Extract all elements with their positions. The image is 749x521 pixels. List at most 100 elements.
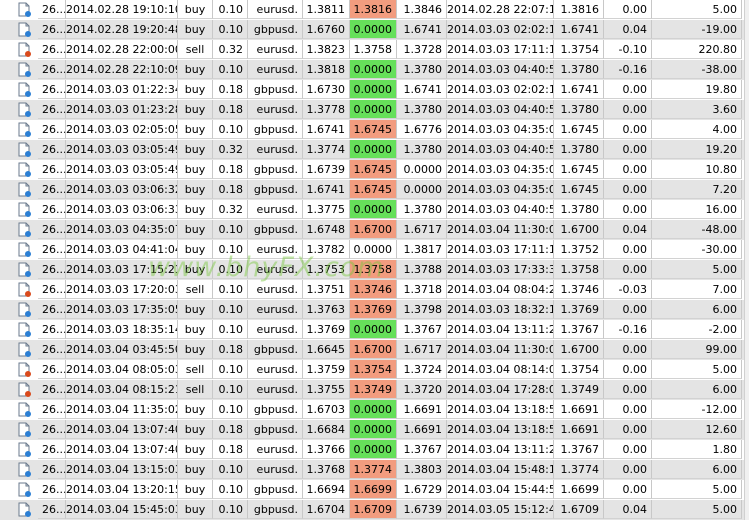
table-row[interactable]: 26... 2014.03.04 03:45:50 buy 0.18 gbpusd. 1.… [0,340,749,360]
cell-type: buy [178,80,213,99]
cell-close-price: 1.3780 [554,100,604,119]
cell-close-time: 2014.03.03 04:35:00 [447,160,554,179]
table-row[interactable]: 26... 2014.02.28 22:00:00 sell 0.32 eurusd. 1… [0,40,749,60]
cell-close-time: 2014.03.04 15:48:11 [447,460,554,479]
cell-close-price: 1.6691 [554,420,604,439]
table-row[interactable]: 26... 2014.03.03 17:15:23 buy 0.10 eurusd. 1.… [0,260,749,280]
cell-commission: 0.00 [604,420,652,439]
cell-ticket: 26... [38,380,66,399]
cell-profit: 16.00 [652,200,742,219]
cell-symbol: eurusd. [248,140,303,159]
cell-size: 0.18 [213,420,248,439]
cell-open-price: 1.3775 [303,200,350,219]
table-row[interactable]: 26... 2014.02.28 22:10:09 buy 0.10 eurusd. 1.… [0,60,749,80]
cell-profit: 10.80 [652,160,742,179]
cell-size: 0.32 [213,40,248,59]
cell-close-time: 2014.03.04 15:44:53 [447,480,554,499]
table-row[interactable]: 26... 2014.03.04 13:07:40 buy 0.18 eurusd. 1.… [0,440,749,460]
cell-symbol: gbpusd. [248,20,303,39]
cell-type: buy [178,320,213,339]
cell-close-time: 2014.03.03 17:33:36 [447,260,554,279]
cell-type: buy [178,120,213,139]
cell-profit: 5.00 [652,360,742,379]
cell-profit: 12.60 [652,420,742,439]
table-row[interactable]: 26... 2014.03.04 15:45:03 buy 0.10 gbpusd. 1.… [0,500,749,520]
table-row[interactable]: 26... 2014.03.03 04:41:04 buy 0.10 eurusd. 1.… [0,240,749,260]
cell-profit: 19.80 [652,80,742,99]
cell-sl: 1.6745 [350,160,397,179]
cell-tp: 1.3780 [397,140,447,159]
cell-sl: 1.6700 [350,220,397,239]
table-row[interactable]: 26... 2014.02.28 19:10:10 buy 0.10 eurusd. 1.… [0,0,749,20]
cell-close-time: 2014.03.04 13:11:27 [447,320,554,339]
cell-commission: -0.03 [604,280,652,299]
cell-sl: 1.3816 [350,0,397,19]
table-row[interactable]: 26... 2014.03.04 13:20:15 buy 0.10 gbpusd. 1.… [0,480,749,500]
cell-close-price: 1.6745 [554,120,604,139]
cell-close-time: 2014.03.04 17:28:09 [447,380,554,399]
cell-ticket: 26... [38,20,66,39]
cell-close-price: 1.3780 [554,140,604,159]
cell-size: 0.10 [213,280,248,299]
trade-doc-icon [18,222,33,238]
cell-profit: 6.00 [652,300,742,319]
cell-sl: 0.0000 [350,100,397,119]
cell-commission: 0.00 [604,180,652,199]
table-row[interactable]: 26... 2014.03.03 03:05:49 buy 0.18 gbpusd. 1.… [0,160,749,180]
cell-symbol: gbpusd. [248,400,303,419]
table-row[interactable]: 26... 2014.03.04 08:05:03 sell 0.10 eurusd. 1… [0,360,749,380]
cell-open-price: 1.3774 [303,140,350,159]
cell-commission: 0.00 [604,100,652,119]
cell-open-price: 1.3755 [303,380,350,399]
table-row[interactable]: 26... 2014.03.04 13:15:03 buy 0.10 eurusd. 1.… [0,460,749,480]
cell-ticket: 26... [38,320,66,339]
trade-doc-icon [18,322,33,338]
trade-doc-icon [18,122,33,138]
vertical-scrollbar[interactable] [744,0,749,520]
cell-tp: 1.3728 [397,40,447,59]
cell-size: 0.10 [213,220,248,239]
cell-size: 0.18 [213,100,248,119]
cell-ticket: 26... [38,440,66,459]
cell-profit: -30.00 [652,240,742,259]
cell-commission: 0.00 [604,360,652,379]
cell-open-time: 2014.03.04 13:07:40 [66,440,178,459]
cell-close-time: 2014.03.03 04:35:00 [447,180,554,199]
table-row[interactable]: 26... 2014.03.03 17:20:03 sell 0.10 eurusd. 1… [0,280,749,300]
cell-ticket: 26... [38,300,66,319]
cell-type: buy [178,500,213,519]
table-row[interactable]: 26... 2014.03.03 17:35:05 buy 0.10 eurusd. 1.… [0,300,749,320]
trade-doc-icon [18,62,33,78]
cell-commission: 0.00 [604,0,652,19]
cell-sl: 0.0000 [350,60,397,79]
table-row[interactable]: 26... 2014.03.03 02:05:05 buy 0.10 gbpusd. 1.… [0,120,749,140]
cell-close-time: 2014.03.04 08:04:27 [447,280,554,299]
cell-open-time: 2014.03.04 08:05:03 [66,360,178,379]
cell-open-price: 1.6704 [303,500,350,519]
table-row[interactable]: 26... 2014.03.03 03:05:49 buy 0.32 eurusd. 1.… [0,140,749,160]
cell-close-price: 1.6745 [554,180,604,199]
cell-commission: 0.00 [604,80,652,99]
table-row[interactable]: 26... 2014.03.04 13:07:40 buy 0.18 gbpusd. 1.… [0,420,749,440]
table-row[interactable]: 26... 2014.03.03 03:06:32 buy 0.18 gbpusd. 1.… [0,180,749,200]
table-row[interactable]: 26... 2014.03.03 01:22:34 buy 0.18 gbpusd. 1.… [0,80,749,100]
table-row[interactable]: 26... 2014.03.03 03:06:33 buy 0.32 eurusd. 1.… [0,200,749,220]
cell-size: 0.10 [213,120,248,139]
trade-doc-sell-icon [18,382,33,398]
table-row[interactable]: 26... 2014.03.03 18:35:14 buy 0.10 eurusd. 1.… [0,320,749,340]
cell-open-time: 2014.03.04 15:45:03 [66,500,178,519]
table-row[interactable]: 26... 2014.03.03 01:23:28 buy 0.18 eurusd. 1.… [0,100,749,120]
table-row[interactable]: 26... 2014.02.28 19:20:48 buy 0.10 gbpusd. 1.… [0,20,749,40]
cell-close-time: 2014.03.03 04:40:55 [447,60,554,79]
cell-open-time: 2014.03.04 03:45:50 [66,340,178,359]
table-row[interactable]: 26... 2014.03.04 08:15:21 sell 0.10 eurusd. 1… [0,380,749,400]
table-row[interactable]: 26... 2014.03.03 04:35:07 buy 0.10 gbpusd. 1.… [0,220,749,240]
cell-sl: 0.0000 [350,20,397,39]
table-row[interactable]: 26... 2014.03.04 11:35:02 buy 0.10 gbpusd. 1.… [0,400,749,420]
cell-symbol: gbpusd. [248,80,303,99]
cell-size: 0.10 [213,460,248,479]
cell-open-time: 2014.02.28 19:20:48 [66,20,178,39]
cell-commission: -0.16 [604,320,652,339]
cell-open-time: 2014.03.03 17:15:23 [66,260,178,279]
cell-tp: 0.0000 [397,160,447,179]
